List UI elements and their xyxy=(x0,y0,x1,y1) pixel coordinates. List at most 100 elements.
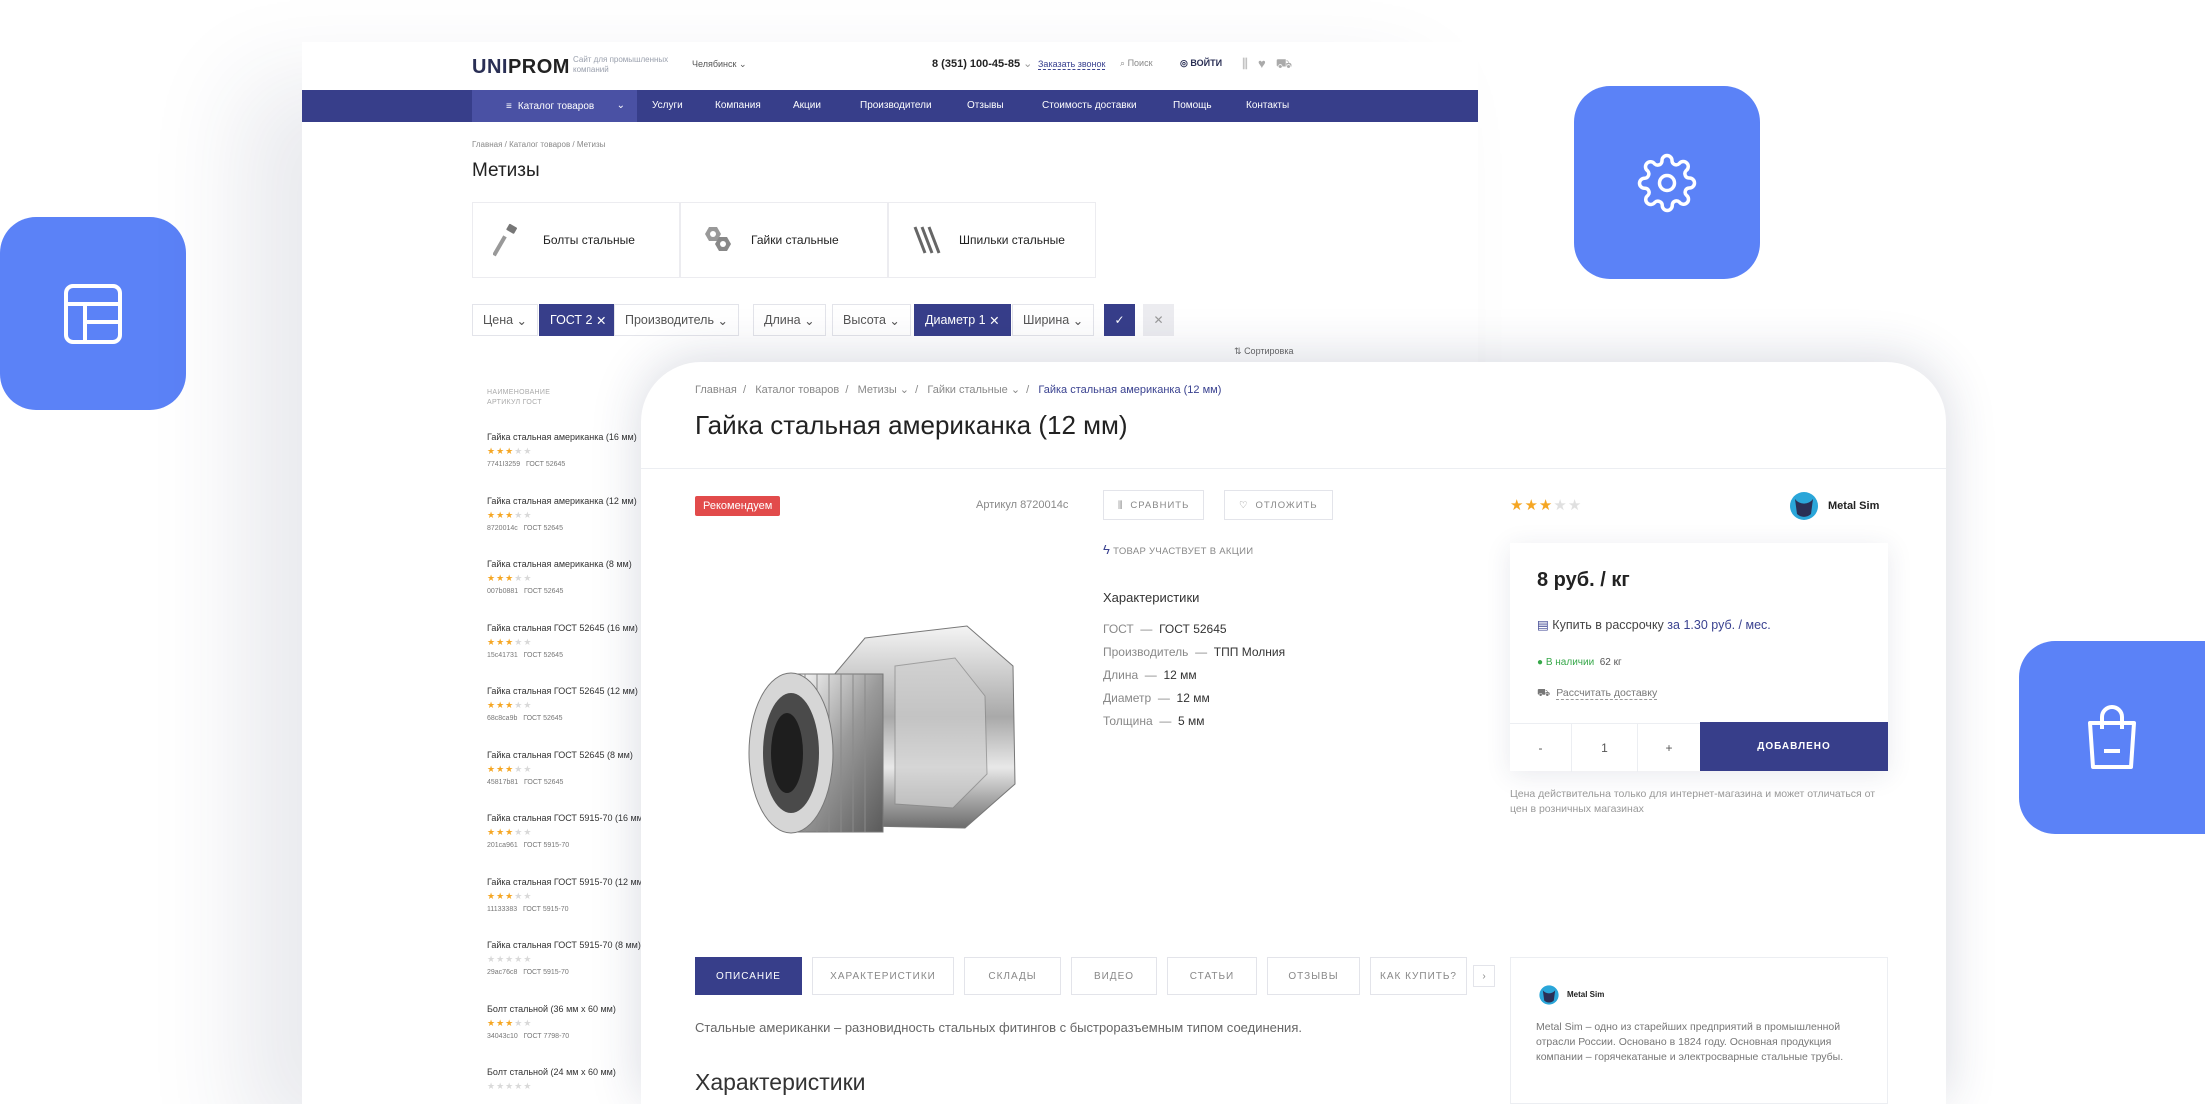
list-item[interactable]: Гайка стальная американка (16 мм) ★★★★★ 77… xyxy=(487,432,657,490)
delivery-link[interactable]: Рассчитать доставку xyxy=(1556,687,1658,700)
stock-quantity: 62 кг xyxy=(1599,657,1622,668)
site-logo[interactable]: UNIPROM xyxy=(472,56,570,79)
search-icon: ⌕ xyxy=(1120,58,1126,68)
compare-button[interactable]: ⫼ СРАВНИТЬ xyxy=(1103,490,1205,520)
list-item[interactable]: Гайка стальная ГОСТ 5915-70 (8 мм) ★★★★★ 2… xyxy=(487,940,657,998)
list-item[interactable]: Гайка стальная ГОСТ 5915-70 (12 мм) ★★★★★… xyxy=(487,877,657,935)
filter-height[interactable]: Высота ⌄ xyxy=(832,304,911,336)
promo-notice[interactable]: ϟ ТОВАР УЧАСТВУЕТ В АКЦИИ xyxy=(1103,542,1253,557)
breadcrumb[interactable]: Главная / Каталог товаров / Метизы xyxy=(472,140,605,149)
list-item-gost: ГОСТ 5915-70 xyxy=(523,969,569,976)
tab-articles[interactable]: СТАТЬИ xyxy=(1167,957,1257,995)
star-icon: ★ xyxy=(487,827,497,837)
heart-icon[interactable]: ♥ xyxy=(1258,56,1276,71)
nav-item-help[interactable]: Помощь xyxy=(1173,100,1212,111)
tab-warehouses[interactable]: СКЛАДЫ xyxy=(964,957,1061,995)
list-item[interactable]: Гайка стальная ГОСТ 52645 (12 мм) ★★★★★ 68… xyxy=(487,686,657,744)
cart-icon[interactable]: ⛟ xyxy=(1276,56,1302,71)
breadcrumb-item[interactable]: Гайки стальные ⌄ xyxy=(927,384,1020,396)
filter-price[interactable]: Цена ⌄ xyxy=(472,304,539,336)
product-description: Стальные американки – разновидность стал… xyxy=(695,1020,1302,1035)
star-icon: ★ xyxy=(496,446,506,456)
qty-increment-button[interactable]: + xyxy=(1638,724,1700,772)
list-item-meta xyxy=(487,1096,657,1103)
phone-label: 8 (351) 100-45-85 xyxy=(932,58,1021,70)
chevron-down-icon: ⌄ xyxy=(1023,58,1033,70)
list-item-name: Гайка стальная американка (16 мм) xyxy=(487,432,637,442)
tab-characteristics[interactable]: ХАРАКТЕРИСТИКИ xyxy=(812,957,954,995)
star-icon: ★ xyxy=(496,509,506,520)
list-item-name: Гайка стальная ГОСТ 52645 (12 мм) xyxy=(487,686,638,696)
nav-item-contacts[interactable]: Контакты xyxy=(1246,100,1289,111)
nav-item-delivery-cost[interactable]: Стоимость доставки xyxy=(1042,100,1137,111)
list-item[interactable]: Гайка стальная ГОСТ 52645 (16 мм) ★★★★★ 15… xyxy=(487,623,657,681)
tabs-next-arrow[interactable]: › xyxy=(1473,965,1495,987)
catalog-menu-button[interactable]: ≡ Каталог товаров ⌄ xyxy=(472,90,637,122)
sort-control[interactable]: ⇅ Сортировка xyxy=(1234,346,1293,357)
city-label: Челябинск xyxy=(692,59,737,69)
main-nav: ≡ Каталог товаров ⌄ Услуги Компания Акции … xyxy=(302,90,1478,122)
list-item-meta: 007b0881 ГОСТ 52645 xyxy=(487,588,657,595)
filter-width[interactable]: Ширина ⌄ xyxy=(1012,304,1095,336)
installment-link[interactable]: за 1.30 руб. / мес. xyxy=(1667,618,1770,632)
rating-stars[interactable]: ★★★★★ xyxy=(1510,496,1582,514)
breadcrumb-item[interactable]: Каталог товаров xyxy=(755,384,839,396)
apply-filters-button[interactable]: ✓ xyxy=(1104,304,1135,336)
callback-link[interactable]: Заказать звонок xyxy=(1038,59,1106,70)
about-brand-name: Metal Sim xyxy=(1567,990,1605,999)
star-icon: ★ xyxy=(514,1017,524,1028)
installment-offer[interactable]: ▤ Купить в рассрочку за 1.30 руб. / мес. xyxy=(1537,617,1771,632)
list-item[interactable]: Болт стальной (24 мм x 60 мм) ★★★★★ xyxy=(487,1067,657,1104)
tab-description[interactable]: ОПИСАНИЕ xyxy=(695,957,802,995)
login-button[interactable]: ◎ ВОЙТИ xyxy=(1180,58,1222,69)
header-search[interactable]: ⌕ Поиск xyxy=(1120,58,1153,69)
tab-reviews[interactable]: ОТЗЫВЫ xyxy=(1267,957,1360,995)
delivery-calc[interactable]: ⛟ Рассчитать доставку xyxy=(1537,687,1658,701)
filter-gost[interactable]: ГОСТ 2 ✕ xyxy=(539,304,618,336)
filter-length[interactable]: Длина ⌄ xyxy=(753,304,826,336)
phone-number[interactable]: 8 (351) 100-45-85 ⌄ xyxy=(932,57,1032,70)
qty-input[interactable]: 1 xyxy=(1572,724,1638,772)
rating-stars: ★★★★★ xyxy=(487,891,657,902)
breadcrumb-item[interactable]: Метизы ⌄ xyxy=(858,384,909,396)
compare-icon[interactable]: ⫼ xyxy=(1242,56,1258,71)
filter-label: Ширина xyxy=(1023,313,1070,327)
tab-video[interactable]: ВИДЕО xyxy=(1071,957,1157,995)
list-item[interactable]: Болт стальной (36 мм x 60 мм) ★★★★★ 34043c… xyxy=(487,1004,657,1062)
reset-filters-button[interactable]: ✕ xyxy=(1143,304,1174,336)
list-item[interactable]: Гайка стальная ГОСТ 5915-70 (16 мм) ★★★★★… xyxy=(487,813,657,871)
star-icon: ★ xyxy=(514,636,524,647)
nav-item-company[interactable]: Компания xyxy=(715,100,761,111)
qty-decrement-button[interactable]: - xyxy=(1510,724,1572,772)
add-to-cart-button[interactable]: ДОБАВЛЕНО xyxy=(1700,722,1888,771)
nav-item-reviews[interactable]: Отзывы xyxy=(967,100,1004,111)
nav-item-services[interactable]: Услуги xyxy=(652,100,683,111)
close-icon[interactable]: ✕ xyxy=(596,313,606,328)
tab-how-to-buy[interactable]: КАК КУПИТЬ? xyxy=(1370,957,1467,995)
category-card-studs[interactable]: Шпильки стальные xyxy=(888,202,1096,278)
list-item[interactable]: Гайка стальная ГОСТ 52645 (8 мм) ★★★★★ 458… xyxy=(487,750,657,808)
category-card-bolts[interactable]: Болты стальные xyxy=(472,202,680,278)
list-item-gost: ГОСТ 52645 xyxy=(523,524,563,532)
product-photo[interactable] xyxy=(695,546,1068,906)
nav-item-promotions[interactable]: Акции xyxy=(793,100,821,111)
nav-item-manufacturers[interactable]: Производители xyxy=(860,100,932,111)
star-icon: ★ xyxy=(487,700,497,710)
brand-logo[interactable]: Metal Sim xyxy=(1788,490,1879,522)
star-icon: ★ xyxy=(505,636,515,647)
list-item-name: Гайка стальная ГОСТ 5915-70 (12 мм) xyxy=(487,876,646,887)
filter-diameter[interactable]: Диаметр 1 ✕ xyxy=(914,304,1011,336)
list-item-meta: 34043c10 ГОСТ 7798-70 xyxy=(487,1033,657,1040)
list-item[interactable]: Гайка стальная американка (12 мм) ★★★★★ 87… xyxy=(487,496,657,554)
star-icon: ★ xyxy=(514,446,524,456)
city-selector[interactable]: Челябинск ⌄ xyxy=(692,59,746,70)
close-icon[interactable]: ✕ xyxy=(989,313,999,328)
filter-manufacturer[interactable]: Производитель ⌄ xyxy=(614,304,739,336)
star-icon: ★ xyxy=(487,446,497,456)
rating-stars: ★★★★★ xyxy=(487,637,657,648)
postpone-button[interactable]: ♡ ОТЛОЖИТЬ xyxy=(1224,490,1333,520)
list-item-gost: ГОСТ 5915-70 xyxy=(522,905,569,913)
list-item[interactable]: Гайка стальная американка (8 мм) ★★★★★ 007… xyxy=(487,559,657,617)
breadcrumb-item[interactable]: Главная xyxy=(695,384,737,396)
category-card-nuts[interactable]: Гайки стальные xyxy=(680,202,888,278)
